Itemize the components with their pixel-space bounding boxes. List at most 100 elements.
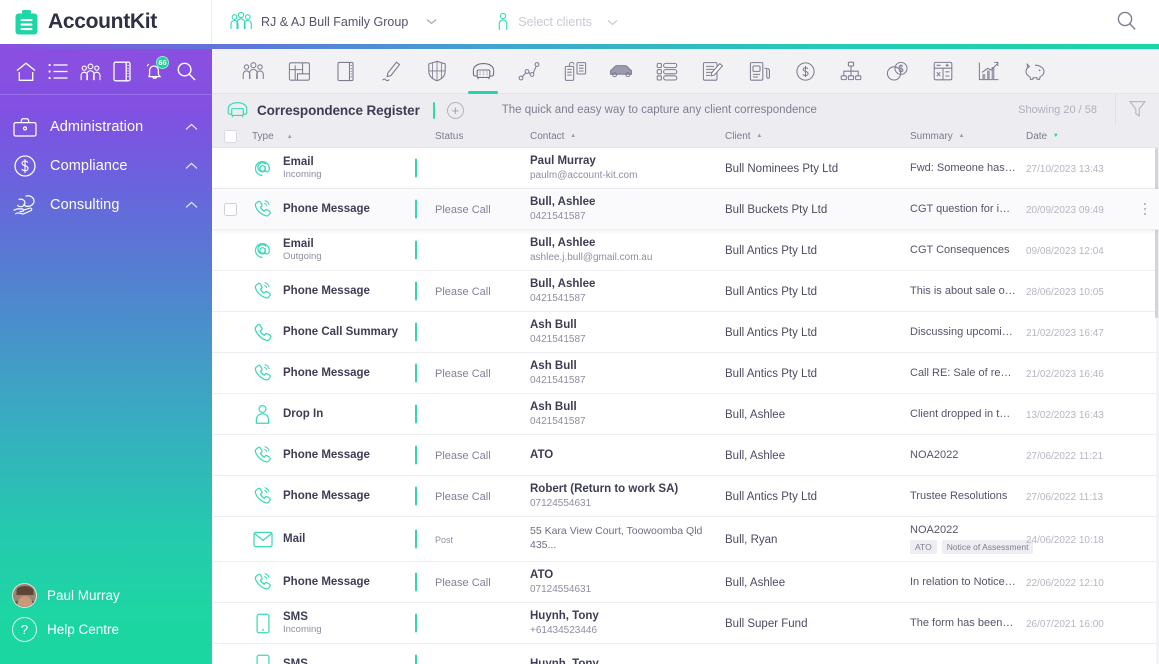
row-summary: CGT Consequences bbox=[910, 244, 1010, 256]
status-indicator bbox=[415, 572, 417, 592]
table-row[interactable]: Phone Message Please Call Ash Bull 042154… bbox=[212, 353, 1159, 394]
sidebar-book-icon[interactable] bbox=[106, 49, 138, 95]
column-header-summary[interactable]: Summary ▲ bbox=[910, 131, 1026, 142]
row-status-cell: Please Call bbox=[415, 199, 530, 219]
column-header-status[interactable]: Status bbox=[415, 131, 530, 142]
table-row[interactable]: Mail Post 55 Kara View Court, Toowoomba … bbox=[212, 517, 1159, 562]
row-summary-cell: Call RE: Sale of rental property bbox=[910, 367, 1026, 379]
sidebar-bell-icon[interactable]: 66 bbox=[138, 49, 170, 95]
row-date-cell: 24/06/2022 10:18 bbox=[1026, 532, 1131, 546]
row-date-cell: 21/02/2023 16:47 bbox=[1026, 325, 1131, 339]
sidebar-search-icon[interactable] bbox=[170, 49, 202, 95]
toolbar-telephone-icon[interactable] bbox=[460, 49, 506, 94]
row-client-name: Bull Antics Pty Ltd bbox=[725, 368, 818, 380]
select-clients-dropdown[interactable]: Select clients bbox=[437, 11, 618, 34]
global-search-button[interactable] bbox=[1116, 10, 1159, 34]
row-client-name: Bull Nominees Pty Ltd bbox=[725, 163, 839, 175]
toolbar-people-group-icon[interactable] bbox=[230, 49, 276, 94]
client-group-selector[interactable]: RJ & AJ Bull Family Group bbox=[212, 11, 437, 34]
table-row[interactable]: Phone Message Please Call Robert (Return… bbox=[212, 476, 1159, 517]
row-contact-name: Paul Murray bbox=[530, 154, 596, 167]
row-contact-cell: Bull, Ashlee ashlee.j.bull@gmail.com.au bbox=[530, 236, 725, 264]
row-date-cell: 27/06/2022 11:21 bbox=[1026, 448, 1131, 462]
row-summary: Trustee Resolutions bbox=[910, 490, 1008, 502]
row-summary-cell: NOA2022 bbox=[910, 449, 1026, 461]
toolbar-coins-icon[interactable] bbox=[874, 49, 920, 94]
row-type: SMS Incoming bbox=[240, 610, 415, 637]
row-type-label: Phone Message bbox=[283, 202, 370, 215]
toolbar-bar-chart-icon[interactable] bbox=[966, 49, 1012, 94]
row-date: 24/06/2022 10:18 bbox=[1026, 535, 1104, 546]
accountkit-logo-icon bbox=[14, 9, 39, 36]
table-row[interactable]: Phone Message Please Call ATO 07124554631… bbox=[212, 562, 1159, 603]
table-row[interactable]: SMS Incoming Huynh, Tony +61434523446 Bull… bbox=[212, 603, 1159, 644]
sms-icon bbox=[252, 654, 273, 664]
toolbar-edit-document-icon[interactable] bbox=[690, 49, 736, 94]
toolbar-signature-pen-icon[interactable] bbox=[368, 49, 414, 94]
chevron-up-icon[interactable] bbox=[185, 198, 198, 212]
sidebar-people-icon[interactable] bbox=[74, 49, 106, 95]
sidebar-item-consulting[interactable]: Consulting bbox=[0, 185, 212, 224]
row-checkbox[interactable] bbox=[212, 202, 240, 216]
toolbar-piggy-bank-icon[interactable] bbox=[1012, 49, 1058, 94]
toolbar-calculator-icon[interactable] bbox=[920, 49, 966, 94]
chevron-up-icon[interactable] bbox=[185, 159, 198, 173]
people-group-icon bbox=[229, 11, 253, 34]
select-all-checkbox[interactable] bbox=[212, 130, 240, 143]
chevron-down-icon[interactable] bbox=[607, 15, 618, 29]
sidebar-list-icon[interactable] bbox=[42, 49, 74, 95]
filter-button[interactable] bbox=[1115, 94, 1159, 126]
add-correspondence-button[interactable]: + bbox=[446, 101, 464, 119]
toolbar-car-icon[interactable] bbox=[598, 49, 644, 94]
row-type-label: Phone Message bbox=[283, 366, 370, 379]
sidebar-user[interactable]: Paul Murray bbox=[12, 578, 212, 612]
table-row[interactable]: Email Incoming Paul Murray paulm@account-k… bbox=[212, 148, 1159, 189]
row-type-label: Mail bbox=[283, 532, 306, 545]
table-row[interactable]: Phone Message Please Call Bull, Ashlee 04… bbox=[212, 271, 1159, 312]
tag[interactable]: Notice of Assessment bbox=[941, 540, 1034, 554]
toolbar-checklist-icon[interactable] bbox=[644, 49, 690, 94]
table-row[interactable]: Drop In Ash Bull 0421541587 Bull, Ashlee … bbox=[212, 394, 1159, 435]
row-status-cell: Post bbox=[415, 529, 530, 549]
row-summary: Discussing upcoming tax pl... bbox=[910, 326, 1016, 338]
chevron-down-icon[interactable] bbox=[426, 17, 437, 27]
sidebar-user-name: Paul Murray bbox=[47, 587, 120, 603]
column-header-contact[interactable]: Contact ▲ bbox=[530, 131, 725, 142]
row-actions-menu[interactable] bbox=[1131, 202, 1159, 216]
toolbar-network-chart-icon[interactable] bbox=[506, 49, 552, 94]
tag[interactable]: ATO bbox=[910, 540, 937, 554]
phone-message-icon bbox=[252, 363, 273, 383]
row-type: Mail bbox=[240, 531, 415, 548]
row-date: 20/09/2023 09:49 bbox=[1026, 205, 1104, 216]
sidebar-item-compliance[interactable]: Compliance bbox=[0, 146, 212, 185]
table-row[interactable]: Phone Message Please Call ATO Bull, Ashl… bbox=[212, 435, 1159, 476]
sidebar-item-administration[interactable]: Administration bbox=[0, 107, 212, 146]
toolbar-dollar-circle-icon[interactable] bbox=[782, 49, 828, 94]
phone-handset-icon bbox=[252, 322, 273, 342]
table-row[interactable]: Phone Message Please Call Bull, Ashlee 04… bbox=[212, 189, 1159, 230]
row-contact-detail: 0421541587 bbox=[530, 333, 586, 345]
status-indicator bbox=[415, 486, 417, 506]
toolbar-notebook-icon[interactable] bbox=[322, 49, 368, 94]
column-header-type[interactable]: Type ▲ bbox=[240, 131, 415, 142]
page-bar-right: Showing 20 / 58 bbox=[1018, 94, 1159, 126]
row-contact-cell: Huynh, Tony +61434523446 bbox=[530, 609, 725, 637]
column-header-client[interactable]: Client ▲ bbox=[725, 131, 910, 142]
table-row[interactable]: Phone Call Summary Ash Bull 0421541587 Bu… bbox=[212, 312, 1159, 353]
toolbar-document-stack-icon[interactable] bbox=[552, 49, 598, 94]
row-date-cell: 27/06/2022 11:13 bbox=[1026, 489, 1131, 503]
table-row[interactable]: SMS Huynh, Tony bbox=[212, 644, 1159, 664]
table-row[interactable]: Email Outgoing Bull, Ashlee ashlee.j.bull@… bbox=[212, 230, 1159, 271]
sidebar-item-label: Compliance bbox=[50, 157, 128, 174]
row-summary: The form has been signed. T... bbox=[910, 617, 1016, 629]
toolbar-puzzle-map-icon[interactable] bbox=[276, 49, 322, 94]
toolbar-fuel-document-icon[interactable] bbox=[736, 49, 782, 94]
toolbar-org-chart-icon[interactable] bbox=[828, 49, 874, 94]
row-client-cell: Bull Antics Pty Ltd bbox=[725, 366, 910, 380]
sidebar-home-icon[interactable] bbox=[10, 49, 42, 95]
sidebar-help-centre[interactable]: ? Help Centre bbox=[12, 612, 212, 646]
chevron-up-icon[interactable] bbox=[185, 120, 198, 134]
column-header-date[interactable]: Date ▼ bbox=[1026, 131, 1131, 142]
toolbar-shield-icon[interactable] bbox=[414, 49, 460, 94]
brand[interactable]: AccountKit bbox=[0, 0, 212, 44]
